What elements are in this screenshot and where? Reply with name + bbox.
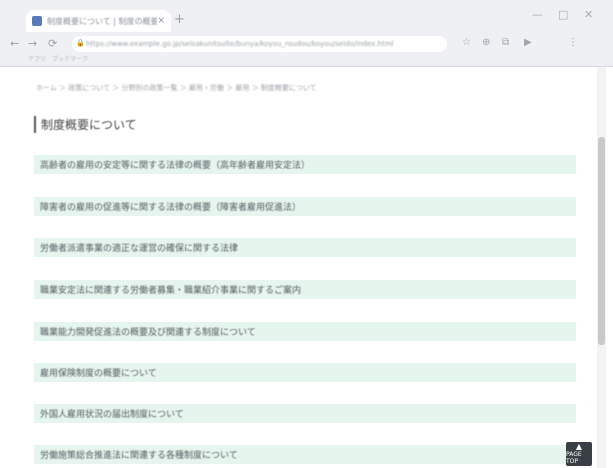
maximize-button[interactable]: □ <box>558 8 568 21</box>
new-tab-button[interactable]: + <box>174 12 185 27</box>
link-row[interactable]: 外国人雇用状況の届出制度について <box>34 404 576 423</box>
forward-button[interactable]: → <box>28 37 37 50</box>
star-icon[interactable]: ☆ <box>462 37 471 48</box>
link-row[interactable]: 雇用保険制度の概要について <box>34 363 576 382</box>
link-row[interactable]: 障害者の雇用の促進等に関する法律の概要（障害者雇用促進法） <box>34 197 576 216</box>
section-title: 制度概要について <box>34 116 137 133</box>
page-top-button[interactable]: ▲ PAGE TOP <box>566 442 592 466</box>
page-content: ホーム ＞ 政策について ＞ 分野別の政策一覧 ＞ 雇用・労働 ＞ 雇用 ＞ 制… <box>0 67 613 468</box>
bookmark-apps[interactable]: アプリ <box>28 54 46 64</box>
link-row[interactable]: 職業安定法に関連する労働者募集・職業紹介事業に関するご案内 <box>34 280 576 299</box>
lock-icon: 🔒 <box>76 39 85 47</box>
link-text: 雇用保険制度の概要について <box>40 369 157 379</box>
link-text: 労働者派遣事業の適正な運営の確保に関する法律 <box>40 244 239 254</box>
link-row[interactable]: 職業能力開発促進法の概要及び関連する制度について <box>34 322 576 341</box>
back-button[interactable]: ← <box>10 37 19 50</box>
browser-tab[interactable]: 制度概要について | 制度の概要 | 厚生労働省 × <box>26 10 171 32</box>
page-top-label: PAGE TOP <box>566 451 582 465</box>
link-text: 職業安定法に関連する労働者募集・職業紹介事業に関するご案内 <box>40 286 302 296</box>
browser-toolbar: ← → ⟳ 🔒 https://www.example.go.jp/seisak… <box>0 33 613 55</box>
tab-search-icon[interactable]: ⧉ <box>502 37 509 48</box>
minimize-button[interactable]: — <box>532 8 543 21</box>
reload-button[interactable]: ⟳ <box>48 37 57 50</box>
address-text: https://www.example.go.jp/seisakunitsuit… <box>86 40 394 48</box>
close-window-button[interactable]: ✕ <box>584 8 593 21</box>
bookmarks-bar: アプリ ブックマーク <box>28 54 88 64</box>
favicon-icon <box>32 16 42 26</box>
link-row[interactable]: 労働者派遣事業の適正な運営の確保に関する法律 <box>34 238 576 257</box>
link-text: 高齢者の雇用の安定等に関する法律の概要（高年齢者雇用安定法） <box>40 161 311 171</box>
arrow-up-icon: ▲ <box>575 442 583 451</box>
scrollbar-thumb[interactable] <box>598 137 605 345</box>
tab-bar: 制度概要について | 制度の概要 | 厚生労働省 × + — □ ✕ <box>0 0 613 32</box>
extension-icon[interactable]: ⊕ <box>482 37 490 48</box>
browser-chrome: 制度概要について | 制度の概要 | 厚生労働省 × + — □ ✕ ← → ⟳… <box>0 0 613 67</box>
link-text: 労働施策総合推進法に関連する各種制度について <box>40 451 238 461</box>
bookmark-folder[interactable]: ブックマーク <box>52 54 88 64</box>
link-row[interactable]: 労働施策総合推進法に関連する各種制度について <box>34 445 576 464</box>
link-row[interactable]: 高齢者の雇用の安定等に関する法律の概要（高年齢者雇用安定法） <box>34 155 576 174</box>
menu-icon[interactable]: ⋮ <box>568 37 578 48</box>
link-text: 障害者の雇用の促進等に関する法律の概要（障害者雇用促進法） <box>40 203 302 213</box>
tab-title: 制度概要について | 制度の概要 | 厚生労働省 <box>47 16 157 26</box>
address-bar[interactable]: 🔒 https://www.example.go.jp/seisakunitsu… <box>72 36 447 52</box>
link-text: 職業能力開発促進法の概要及び関連する制度について <box>40 328 256 338</box>
media-icon[interactable]: ▶ <box>524 37 532 48</box>
breadcrumb[interactable]: ホーム ＞ 政策について ＞ 分野別の政策一覧 ＞ 雇用・労働 ＞ 雇用 ＞ 制… <box>36 83 396 93</box>
link-text: 外国人雇用状況の届出制度について <box>40 410 184 420</box>
tab-close-icon[interactable]: × <box>157 16 165 26</box>
